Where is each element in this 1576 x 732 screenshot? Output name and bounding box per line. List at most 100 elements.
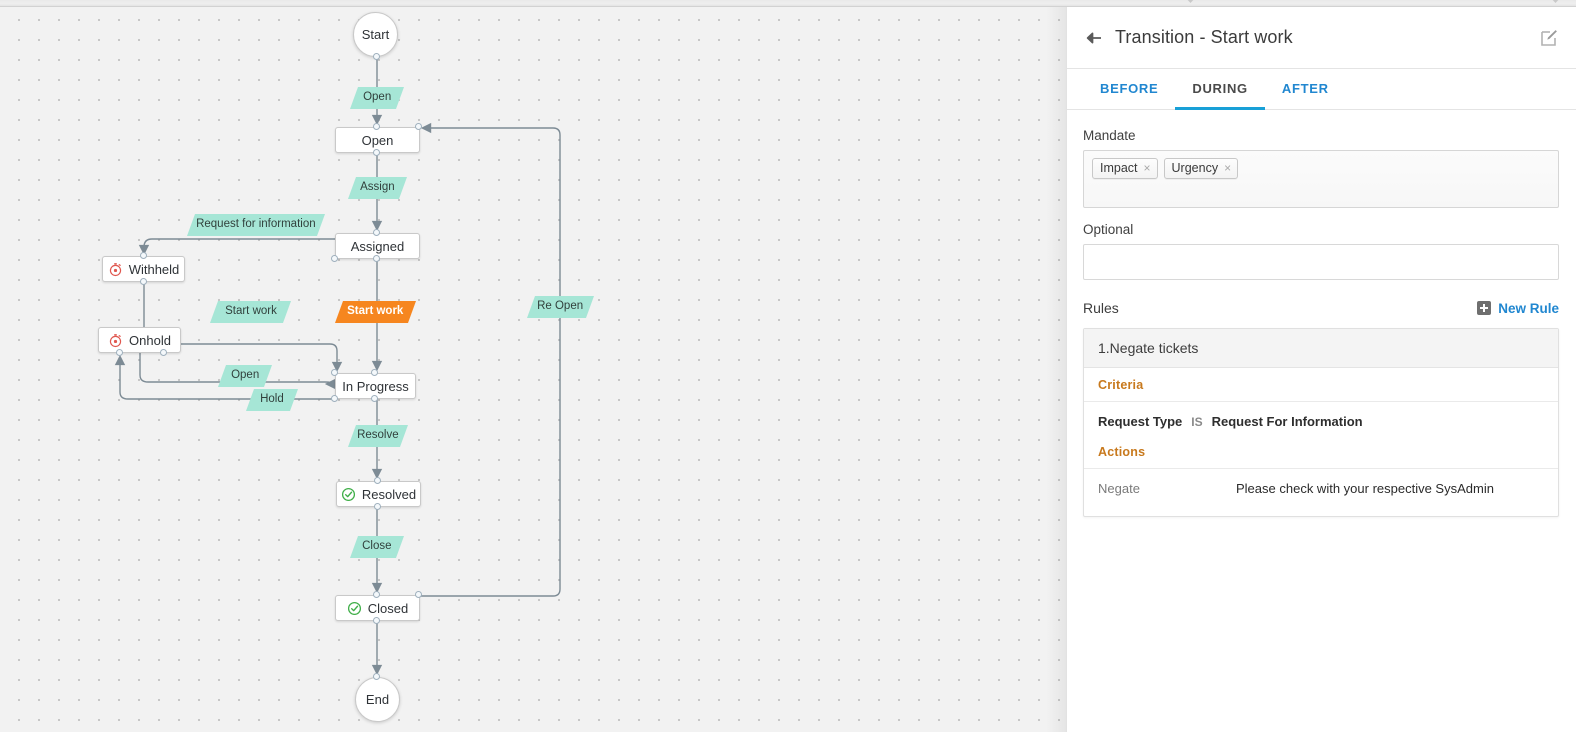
action-name: Negate <box>1098 481 1140 496</box>
timer-icon <box>108 333 123 348</box>
node-port[interactable] <box>373 149 380 156</box>
node-port[interactable] <box>373 673 380 680</box>
workflow-connectors <box>114 57 561 676</box>
page-title: Transition - Start work <box>1115 27 1293 47</box>
new-rule-label: New Rule <box>1498 300 1559 316</box>
node-port[interactable] <box>116 349 123 356</box>
transition-label: Close <box>362 540 392 553</box>
transition-label: Open <box>230 369 260 382</box>
back-arrow-icon[interactable] <box>1085 29 1103 47</box>
transition-start-work-selected[interactable]: Start work <box>334 301 417 323</box>
node-port[interactable] <box>371 395 378 402</box>
node-port[interactable] <box>415 123 422 130</box>
tag-impact[interactable]: Impact × <box>1092 158 1158 179</box>
node-label: Start <box>361 27 390 42</box>
optional-label: Optional <box>1083 222 1134 237</box>
tab-label: AFTER <box>1281 80 1329 96</box>
transition-label: Re Open <box>537 300 584 313</box>
tag-urgency[interactable]: Urgency × <box>1163 158 1239 179</box>
node-label: Onhold <box>129 332 171 348</box>
check-circle-icon <box>341 487 356 502</box>
node-label: In Progress <box>342 378 409 394</box>
action-row: Negate Please check with your respective… <box>1084 469 1558 516</box>
node-port[interactable] <box>373 123 380 130</box>
transition-label: Start work <box>224 305 277 318</box>
transition-label: Request for information <box>196 218 316 231</box>
rule-card[interactable]: 1.Negate tickets Criteria Request Type I… <box>1083 328 1559 517</box>
node-port[interactable] <box>140 278 147 285</box>
transition-label: Open <box>362 91 392 104</box>
optional-field[interactable] <box>1083 244 1559 280</box>
transition-re-open[interactable]: Re Open <box>526 296 595 318</box>
node-end[interactable]: End <box>355 677 400 722</box>
chevron-down-icon <box>1550 0 1561 3</box>
transition-label: Resolve <box>357 429 399 442</box>
criteria-operator: IS <box>1191 415 1203 429</box>
node-port[interactable] <box>374 503 381 510</box>
action-value: Please check with your respective SysAdm… <box>1236 481 1494 496</box>
tab-label: BEFORE <box>1100 80 1159 96</box>
criteria-heading: Criteria <box>1098 378 1144 392</box>
panel-body: Mandate Impact × Urgency × Optional Rule… <box>1067 110 1576 517</box>
transition-resolve[interactable]: Resolve <box>347 425 409 447</box>
node-start[interactable]: Start <box>353 12 398 57</box>
transition-request-for-information[interactable]: Request for information <box>186 214 326 236</box>
node-label: Resolved <box>361 486 417 502</box>
transition-label: Start work <box>347 305 404 318</box>
transition-open[interactable]: Open <box>349 87 405 109</box>
node-onhold[interactable]: Onhold <box>98 327 181 353</box>
transition-label: Assign <box>360 181 395 194</box>
transition-assign[interactable]: Assign <box>347 177 408 199</box>
panel-header: Transition - Start work <box>1067 7 1576 69</box>
top-toolbar-strip <box>0 0 1576 7</box>
remove-tag-icon[interactable]: × <box>1224 162 1231 174</box>
tab-before[interactable]: BEFORE <box>1083 69 1175 110</box>
chevron-down-icon <box>1185 0 1196 3</box>
node-port[interactable] <box>373 53 380 60</box>
node-label: Withheld <box>128 261 180 277</box>
node-label: End <box>365 692 390 707</box>
check-circle-icon <box>347 601 362 616</box>
timer-icon <box>108 262 123 277</box>
transition-details-panel: Transition - Start work BEFORE DURING AF… <box>1066 7 1576 732</box>
mandate-label: Mandate <box>1083 128 1136 143</box>
node-label: Assigned <box>350 238 405 254</box>
node-port[interactable] <box>371 369 378 376</box>
transition-hold[interactable]: Hold <box>245 389 299 411</box>
criteria-value: Request For Information <box>1211 414 1363 429</box>
node-port[interactable] <box>140 252 147 259</box>
remove-tag-icon[interactable]: × <box>1144 162 1151 174</box>
node-port[interactable] <box>373 591 380 598</box>
node-port[interactable] <box>415 591 422 598</box>
node-port[interactable] <box>374 477 381 484</box>
transition-start-work-from-withheld[interactable]: Start work <box>209 301 292 323</box>
node-port[interactable] <box>331 369 338 376</box>
criteria-row: Request Type IS Request For Information <box>1084 402 1558 441</box>
tab-during[interactable]: DURING <box>1175 69 1265 110</box>
tag-label: Urgency <box>1171 161 1219 175</box>
workflow-canvas[interactable]: Start Open Assigned Withheld Onhold In P… <box>0 7 1066 732</box>
actions-heading: Actions <box>1098 445 1146 459</box>
transition-open-from-onhold[interactable]: Open <box>217 365 273 387</box>
panel-tabs: BEFORE DURING AFTER <box>1067 69 1576 110</box>
criteria-field: Request Type <box>1098 414 1183 429</box>
tag-label: Impact <box>1100 161 1138 175</box>
node-port[interactable] <box>373 617 380 624</box>
node-port[interactable] <box>373 229 380 236</box>
new-rule-button[interactable]: New Rule <box>1477 301 1559 316</box>
node-label: Open <box>361 132 394 148</box>
node-port[interactable] <box>331 395 338 402</box>
mandate-field[interactable]: Impact × Urgency × <box>1083 150 1559 208</box>
node-port[interactable] <box>160 349 167 356</box>
node-label: Closed <box>367 600 409 616</box>
transition-label: Hold <box>260 393 284 406</box>
rules-label: Rules <box>1083 300 1119 316</box>
transition-close[interactable]: Close <box>349 536 405 558</box>
tab-after[interactable]: AFTER <box>1265 69 1346 110</box>
node-port[interactable] <box>373 255 380 262</box>
node-port[interactable] <box>331 255 338 262</box>
edit-icon[interactable] <box>1539 28 1559 48</box>
rule-title: 1.Negate tickets <box>1084 329 1558 368</box>
tab-label: DURING <box>1192 80 1248 96</box>
plus-icon <box>1477 301 1492 315</box>
